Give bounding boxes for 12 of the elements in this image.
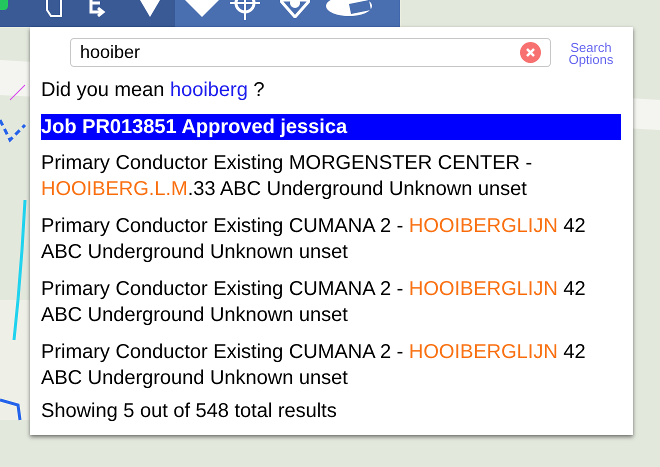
result-item[interactable]: Job PR013851 Approved jessica [41, 114, 621, 140]
results-summary: Showing 5 out of 548 total results [41, 399, 338, 424]
result-item[interactable]: Primary Conductor Existing CUMANA 2 - HOOIBERGLIJN 42 ABC Underground Unknown unset [41, 213, 621, 265]
suggestion-link[interactable]: hooiberg [170, 79, 248, 101]
crosshair-icon[interactable] [230, 0, 260, 20]
search-options-link[interactable]: Search Options [566, 42, 616, 66]
clear-icon[interactable] [520, 42, 541, 63]
result-item[interactable]: Primary Conductor Existing MORGENSTER CENTER - HOOIBERG.L.M.33 ABC Underground Unknown unset [41, 150, 621, 202]
layer-icon[interactable] [0, 0, 8, 10]
result-item[interactable]: Primary Conductor Existing CUMANA 2 - HOOIBERGLIJN 42 ABC Underground Unknown unset [41, 339, 621, 391]
did-you-mean-text: Did you mean hooiberg ? [41, 78, 266, 103]
result-item[interactable]: Primary Conductor Existing CUMANA 2 - HOOIBERGLIJN 42 ABC Underground Unknown unset [41, 276, 621, 328]
